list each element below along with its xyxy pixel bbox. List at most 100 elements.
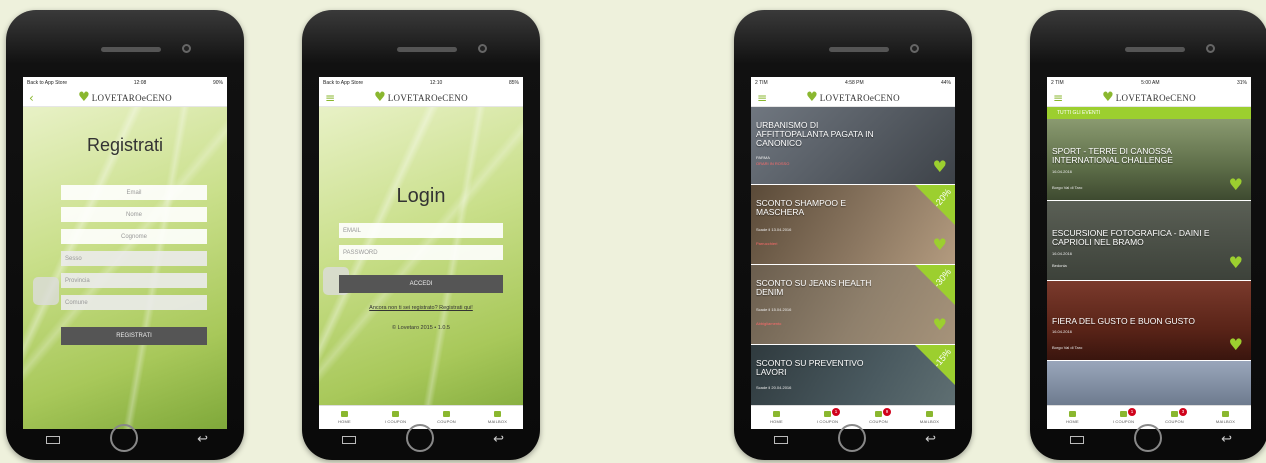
logo-text: LOVETAROeCENO <box>91 92 172 103</box>
status-time: 12:10 <box>429 80 443 86</box>
home-icon <box>341 411 348 417</box>
home-icon <box>1069 411 1076 417</box>
coupon-icon <box>824 411 831 417</box>
register-link[interactable]: Ancora non ti sei registrato? Registrati… <box>319 305 523 311</box>
screen: Back to App Store 12:08 90% ‹ ♥ LOVETARO… <box>23 77 227 429</box>
tab-label: COUPON <box>869 419 888 424</box>
status-left: 2 TIM <box>755 80 768 86</box>
heart-icon[interactable]: ♥ <box>1229 177 1243 193</box>
surname-field[interactable]: Cognome <box>61 229 207 244</box>
status-time: 5:00 AM <box>1141 80 1160 86</box>
coupon-card[interactable]: -30% SCONTO SU JEANS HEALTH DENIM Scade … <box>751 265 955 345</box>
menu-icon[interactable]: ≡ <box>1053 91 1063 105</box>
status-bar: 2 TIM 4:58 PM 44% <box>751 77 955 89</box>
logo: ♥ LOVETAROeCENO <box>1102 91 1196 104</box>
status-battery: 31% <box>1236 80 1247 86</box>
mail-icon <box>926 411 933 417</box>
mail-icon <box>1222 411 1229 417</box>
heart-icon[interactable]: ♥ <box>1229 337 1243 353</box>
tab-label: MAILBOX <box>487 419 508 424</box>
back-icon[interactable]: ‹ <box>29 91 34 105</box>
tab-label: HOME <box>1066 419 1079 424</box>
coupon-title: SCONTO SU JEANS HEALTH DENIM <box>756 278 872 297</box>
coupon-category: Parrucchieri <box>756 241 778 246</box>
mail-icon <box>494 411 501 417</box>
side-handle[interactable] <box>33 277 59 305</box>
menu-icon[interactable]: ≡ <box>757 91 767 105</box>
back-key: ↩ <box>197 432 208 447</box>
coupon-note: ORARI IN ROSSO <box>756 161 790 166</box>
coupon-card[interactable]: URBANISMO DI AFFITTOPALANTA PAGATA IN CA… <box>751 107 955 185</box>
page-title: Registrati <box>86 135 164 155</box>
login-button[interactable]: ACCEDI <box>339 275 503 293</box>
status-battery: 90% <box>212 80 223 86</box>
camera <box>478 44 487 53</box>
camera <box>182 44 191 53</box>
home-button <box>406 424 434 452</box>
menu-icon[interactable]: ≡ <box>325 91 335 105</box>
screen: 2 TIM 4:58 PM 44% ≡ ♥ LOVETAROeCENO URBA… <box>751 77 955 429</box>
app-bar: ‹ ♥ LOVETAROeCENO <box>23 89 227 107</box>
tab-home[interactable]: HOME <box>319 406 370 429</box>
speaker <box>101 47 161 52</box>
event-card[interactable]: ESCURSIONE FOTOGRAFICA - DAINI E CAPRIOL… <box>1047 201 1251 281</box>
email-field[interactable]: Email <box>61 185 207 200</box>
screen: Back to App Store 12:10 85% ≡ ♥ LOVETARO… <box>319 77 523 429</box>
event-title: ESCURSIONE FOTOGRAFICA - DAINI E CAPRIOL… <box>1052 228 1210 247</box>
coupon-expiry: Scade il 15.04.2016 <box>756 307 792 312</box>
tab-mailbox[interactable]: MAILBOX <box>904 406 955 429</box>
event-date: 16.04.2016 <box>1052 169 1073 174</box>
tab-home[interactable]: HOME <box>1047 406 1098 429</box>
heart-icon[interactable]: ♥ <box>933 159 947 175</box>
coupon-expiry: Scade il 13.04.2016 <box>756 227 792 232</box>
status-battery: 44% <box>940 80 951 86</box>
event-card[interactable]: FIERA DEL GUSTO E BUON GUSTO 16.04.2016 … <box>1047 281 1251 361</box>
name-field[interactable]: Nome <box>61 207 207 222</box>
tab-coupons[interactable]: 3 COUPON <box>1149 406 1200 429</box>
phone-events: 2 TIM 5:00 AM 31% ≡ ♥ LOVETAROeCENO TUTT… <box>1030 10 1266 460</box>
event-date: 16.04.2016 <box>1052 251 1073 256</box>
tab-mailbox[interactable]: MAILBOX <box>1200 406 1251 429</box>
status-bar: Back to App Store 12:08 90% <box>23 77 227 89</box>
coupon-card[interactable]: -15% SCONTO SU PREVENTIVO LAVORI Scade i… <box>751 345 955 407</box>
home-button <box>110 424 138 452</box>
logo-text: LOVETAROeCENO <box>1115 92 1196 103</box>
event-title: SPORT - TERRE DI CANOSSA INTERNATIONAL C… <box>1052 146 1173 165</box>
register-button[interactable]: REGISTRATI <box>61 327 207 345</box>
coupon-title: SCONTO SU PREVENTIVO LAVORI <box>756 358 864 377</box>
menu-key <box>774 436 788 444</box>
tab-coupons[interactable]: COUPON <box>421 406 472 429</box>
menu-key <box>342 436 356 444</box>
speaker <box>397 47 457 52</box>
coupon-location: PARMA <box>756 155 770 160</box>
phone-login: Back to App Store 12:10 85% ≡ ♥ LOVETARO… <box>302 10 540 460</box>
event-card[interactable]: SPORT - TERRE DI CANOSSA INTERNATIONAL C… <box>1047 119 1251 201</box>
heart-icon: ♥ <box>374 90 386 105</box>
home-button <box>838 424 866 452</box>
event-location: Borgo Val di Taro <box>1052 345 1083 350</box>
city-select[interactable]: Comune <box>61 295 207 310</box>
home-button <box>1134 424 1162 452</box>
logo: ♥ LOVETAROeCENO <box>78 91 172 104</box>
tab-home[interactable]: HOME <box>751 406 802 429</box>
tab-coupons[interactable]: 9 COUPON <box>853 406 904 429</box>
status-bar: 2 TIM 5:00 AM 31% <box>1047 77 1251 89</box>
coupon-card[interactable]: -20% SCONTO SHAMPOO E MASCHERA Scade il … <box>751 185 955 265</box>
heart-icon[interactable]: ♥ <box>1229 255 1243 271</box>
heart-icon[interactable]: ♥ <box>933 237 947 253</box>
notification-badge: 1 <box>1128 408 1136 416</box>
event-card[interactable] <box>1047 361 1251 407</box>
notification-badge: 9 <box>883 408 891 416</box>
status-left: Back to App Store <box>323 80 364 86</box>
screen: 2 TIM 5:00 AM 31% ≡ ♥ LOVETAROeCENO TUTT… <box>1047 77 1251 429</box>
menu-key <box>46 436 60 444</box>
status-left: Back to App Store <box>27 80 68 86</box>
password-input[interactable]: PASSWORD <box>339 245 503 260</box>
tab-mailbox[interactable]: MAILBOX <box>472 406 523 429</box>
heart-icon[interactable]: ♥ <box>933 317 947 333</box>
province-select[interactable]: Provincia <box>61 273 207 288</box>
page-title: Login <box>396 185 446 207</box>
tag-icon <box>443 411 450 417</box>
email-input[interactable]: EMAIL <box>339 223 503 238</box>
gender-select[interactable]: Sesso <box>61 251 207 266</box>
